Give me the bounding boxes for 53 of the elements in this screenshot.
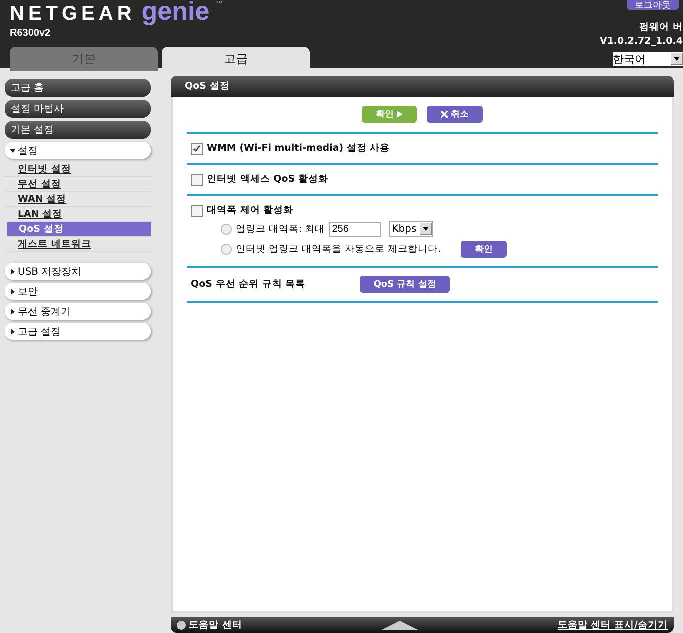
logout-button[interactable]: 로그아웃: [627, 0, 679, 10]
menu-section[interactable]: 고급 설정: [5, 323, 151, 340]
caret-right-icon: [10, 268, 16, 274]
caret-right-icon: [10, 308, 16, 314]
rules-label: QoS 우선 순위 규칙 목록: [191, 278, 306, 291]
model-name: R6300v2: [10, 28, 52, 39]
firmware-version: V1.0.2.72_1.0.4: [600, 36, 683, 47]
play-icon: [397, 111, 403, 118]
panel-title: QoS 설정: [171, 76, 674, 97]
checkbox[interactable]: [191, 142, 203, 154]
menu-item[interactable]: 설정 마법사: [5, 100, 151, 118]
submenu-link[interactable]: WAN 설정: [5, 192, 151, 207]
caret-down-icon: [10, 148, 16, 154]
help-center-title: 도움말 센터: [189, 618, 242, 632]
dropdown-arrow-icon: [671, 53, 683, 65]
radio-button[interactable]: [221, 224, 232, 234]
menu-section[interactable]: 보안: [5, 283, 151, 300]
bandwidth-input[interactable]: 256: [329, 222, 382, 236]
tab[interactable]: 고급: [162, 47, 310, 71]
submenu-link[interactable]: 무선 설정: [5, 177, 151, 192]
checkbox-label: 대역폭 제어 활성화: [207, 204, 294, 217]
checkbox[interactable]: [191, 174, 203, 186]
menu-section[interactable]: 설정: [5, 142, 151, 159]
product-logo: genie: [142, 0, 210, 26]
check-button[interactable]: 확인: [461, 241, 508, 258]
help-icon: [177, 620, 186, 630]
help-toggle-link[interactable]: 도움말 센터 표시/숨기기: [558, 618, 668, 632]
submenu-link[interactable]: 게스트 네트워크: [5, 237, 151, 252]
radio-button[interactable]: [221, 244, 232, 255]
radio-label: 인터넷 업링크 대역폭을 자동으로 체크합니다.: [236, 243, 442, 256]
checkbox-label: WMM (Wi-Fi multi-media) 설정 사용: [207, 142, 390, 155]
submenu-link[interactable]: 인터넷 설정: [5, 162, 151, 177]
caret-right-icon: [10, 328, 16, 334]
unit-select[interactable]: Kbps: [389, 221, 434, 237]
dropdown-arrow-icon: [420, 223, 432, 235]
language-select[interactable]: 한국어: [613, 52, 683, 66]
rules-button[interactable]: QoS 규칙 설정: [360, 276, 450, 293]
triangle-up-icon[interactable]: [382, 620, 418, 630]
menu-item[interactable]: 기본 설정: [5, 121, 151, 139]
menu-section[interactable]: 무선 중계기: [5, 303, 151, 320]
brand-logo: NETGEAR: [10, 3, 136, 26]
cancel-button[interactable]: 취소: [427, 106, 483, 123]
menu-item[interactable]: 고급 홈: [5, 79, 151, 97]
checkbox[interactable]: [191, 204, 203, 216]
menu-section[interactable]: USB 저장장치: [5, 263, 151, 280]
checkbox-label: 인터넷 액세스 QoS 활성화: [207, 173, 328, 186]
radio-label: 업링크 대역폭: 최대: [236, 222, 326, 236]
trademark-mark: ™: [216, 0, 224, 9]
firmware-label: 펌웨어 버: [640, 21, 683, 34]
submenu-link[interactable]: QoS 설정: [7, 222, 151, 237]
caret-right-icon: [10, 288, 16, 294]
check-icon: [193, 144, 201, 152]
close-icon: [441, 111, 448, 118]
